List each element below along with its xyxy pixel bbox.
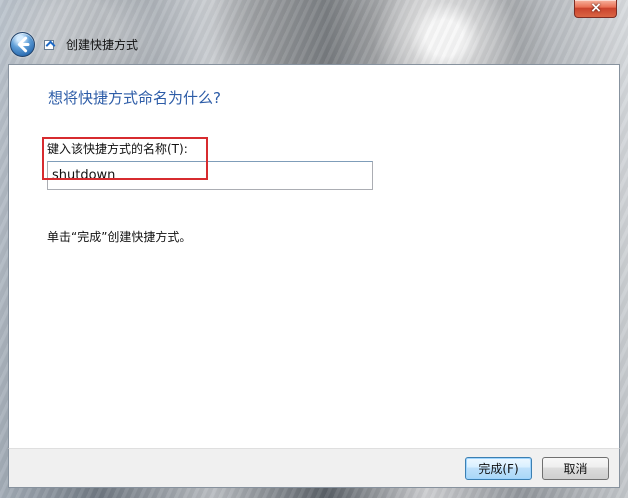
finish-button[interactable]: 完成(F) [465,457,532,480]
shortcut-name-input[interactable] [47,161,373,190]
wizard-content: 想将快捷方式命名为什么? 键入该快捷方式的名称(T): 单击“完成”创建快捷方式… [8,64,620,449]
finish-instruction: 单击“完成”创建快捷方式。 [47,230,192,244]
cancel-button[interactable]: 取消 [542,457,609,480]
page-heading: 想将快捷方式命名为什么? [48,89,221,107]
shortcut-icon [44,40,54,50]
back-button[interactable] [10,32,35,57]
close-icon: × [590,0,602,16]
create-shortcut-window: × 创建快捷方式 想将快捷方式命名为什么? 键入该快捷方式的名称(T): 单击“… [0,0,628,498]
back-arrow-icon [17,36,30,53]
close-button[interactable]: × [574,0,617,18]
window-title: 创建快捷方式 [66,38,139,52]
dialog-footer: 完成(F) 取消 [8,449,620,488]
shortcut-name-label: 键入该快捷方式的名称(T): [47,142,188,156]
